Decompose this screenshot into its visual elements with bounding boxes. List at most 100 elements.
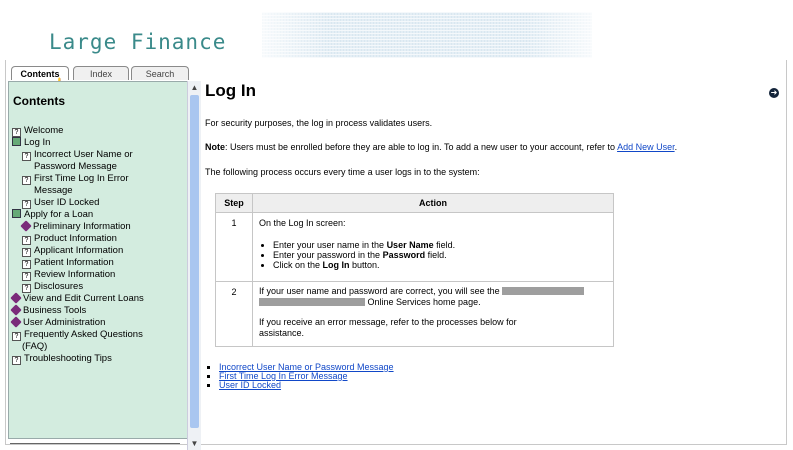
sidebar-item-label: Log In	[24, 137, 51, 148]
list-item: User ID Locked	[219, 381, 394, 390]
sidebar-item-label: Applicant Information	[34, 245, 124, 256]
steps-table: Step Action 1 On the Log In screen: Ente…	[215, 193, 614, 347]
redacted-block	[502, 287, 585, 295]
bullet-bold: Password	[382, 250, 426, 260]
related-links: Incorrect User Name or Password Message …	[207, 363, 394, 390]
sidebar-item[interactable]: ? Review Information	[12, 269, 144, 281]
note-paragraph: Note: Users must be enrolled before they…	[205, 141, 677, 154]
page-icon: ?	[22, 236, 31, 245]
bullet-text: Click on the	[273, 260, 323, 270]
page-icon: ?	[22, 200, 31, 209]
page-icon: ?	[22, 284, 31, 293]
sidebar-item-label: Password Message	[34, 161, 117, 172]
diamond-icon	[10, 292, 22, 304]
page-icon: ?	[22, 260, 31, 269]
sidebar-item[interactable]: View and Edit Current Loans	[10, 292, 144, 305]
step-text: assistance.	[259, 328, 305, 338]
table-row: 1 On the Log In screen: Enter your user …	[215, 212, 614, 282]
contents-panel: Contents ? Welcome Log In? Incorrect User N…	[8, 81, 188, 439]
sidebar-bottom-divider	[10, 443, 180, 444]
page-title: Log In	[205, 81, 256, 100]
scroll-up-icon[interactable]: ▲	[189, 82, 200, 93]
step-text-line: If your user name and password are corre…	[259, 286, 500, 296]
sidebar-item[interactable]: ? Applicant Information	[12, 245, 144, 257]
sidebar-item-label: Frequently Asked Questions	[24, 329, 143, 340]
step-number: 2	[215, 281, 253, 347]
sidebar-item-label: Product Information	[34, 233, 117, 244]
diamond-icon	[20, 220, 32, 232]
sidebar-item[interactable]: ? User ID Locked	[12, 197, 144, 209]
sidebar-item-label: Patient Information	[34, 257, 114, 268]
redacted-block	[259, 298, 365, 306]
sidebar-item[interactable]: Message	[12, 185, 144, 197]
tab-index[interactable]: Index	[73, 66, 129, 80]
diamond-icon	[10, 316, 22, 328]
sidebar-item[interactable]: ? Frequently Asked Questions	[12, 329, 144, 341]
sidebar-item[interactable]: ? First Time Log In Error	[12, 173, 144, 185]
step-bullets: Enter your user name in the User Name fi…	[259, 240, 607, 270]
book-icon	[12, 137, 21, 146]
sidebar-item[interactable]: Apply for a Loan	[12, 209, 144, 221]
page-icon: ?	[22, 248, 31, 257]
sidebar-item[interactable]: ? Welcome	[12, 125, 144, 137]
sidebar-scrollbar[interactable]: ▲ ▼	[187, 81, 201, 450]
bullet-text: field.	[425, 250, 447, 260]
sidebar-item-label: Incorrect User Name or	[34, 149, 133, 160]
list-item: Enter your password in the Password fiel…	[273, 250, 607, 260]
tab-search[interactable]: Search	[131, 66, 189, 80]
bullet-text: Enter your user name in the	[273, 240, 387, 250]
step-action: If your user name and password are corre…	[252, 281, 614, 347]
contents-title: Contents	[13, 94, 65, 108]
intro-text: For security purposes, the log in proces…	[205, 118, 433, 128]
scroll-down-icon[interactable]: ▼	[189, 438, 200, 449]
sidebar-item[interactable]: ? Product Information	[12, 233, 144, 245]
sidebar-item-label: User ID Locked	[34, 197, 100, 208]
sidebar-item[interactable]: Preliminary Information	[12, 220, 144, 233]
col-action-header: Action	[252, 193, 614, 213]
sidebar-item[interactable]: Business Tools	[10, 304, 144, 317]
sidebar-item-label: Review Information	[34, 269, 116, 280]
add-new-user-link[interactable]: Add New User	[617, 142, 675, 152]
bullet-bold: User Name	[386, 240, 434, 250]
process-intro: The following process occurs every time …	[205, 167, 480, 177]
sidebar-item-label: Welcome	[24, 125, 64, 136]
sidebar-item[interactable]: ? Disclosures	[12, 281, 144, 293]
sidebar-item-label: User Administration	[23, 317, 106, 328]
step-text: If you receive an error message, refer t…	[259, 317, 517, 327]
next-topic-icon[interactable]: ➜	[769, 88, 779, 98]
table-row: 2 If your user name and password are cor…	[215, 281, 614, 347]
step-text: Online Services home page.	[259, 297, 607, 308]
bullet-bold: Log In	[322, 260, 350, 270]
page-icon: ?	[12, 332, 21, 341]
sidebar-item[interactable]: User Administration	[10, 316, 144, 329]
bullet-text: button.	[349, 260, 380, 270]
book-icon	[12, 209, 21, 218]
step-intro: On the Log In screen:	[259, 218, 346, 228]
sidebar-item[interactable]: (FAQ)	[12, 341, 144, 353]
header: Large Finance	[0, 0, 793, 60]
col-step-header: Step	[215, 193, 253, 213]
bullet-text: Enter your password in the	[273, 250, 383, 260]
sidebar-item[interactable]: Password Message	[12, 161, 144, 173]
diamond-icon	[10, 304, 22, 316]
user-id-locked-link[interactable]: User ID Locked	[219, 380, 281, 390]
step-action: On the Log In screen: Enter your user na…	[252, 212, 614, 282]
sidebar-item[interactable]: Log In	[12, 137, 144, 149]
sidebar-item[interactable]: ? Incorrect User Name or	[12, 149, 144, 161]
sidebar-item-label: Troubleshooting Tips	[24, 353, 112, 364]
sidebar-item[interactable]: ? Troubleshooting Tips	[12, 353, 144, 365]
sidebar-item[interactable]: ? Patient Information	[12, 257, 144, 269]
sidebar-item-label: Message	[34, 185, 73, 196]
scrollbar-thumb[interactable]	[190, 95, 199, 428]
bullet-text: field.	[433, 240, 456, 250]
page-icon: ?	[12, 128, 21, 137]
page-icon: ?	[22, 176, 31, 185]
sidebar-item-label: View and Edit Current Loans	[23, 293, 144, 304]
note-label: Note	[205, 142, 225, 152]
step-number: 1	[215, 212, 253, 282]
sidebar-item-label: Business Tools	[23, 305, 87, 316]
sidebar-item-label: First Time Log In Error	[34, 173, 129, 184]
step-text: If your user name and password are corre…	[259, 286, 607, 297]
page-icon: ?	[12, 356, 21, 365]
sidebar-item-label: Apply for a Loan	[24, 209, 94, 220]
